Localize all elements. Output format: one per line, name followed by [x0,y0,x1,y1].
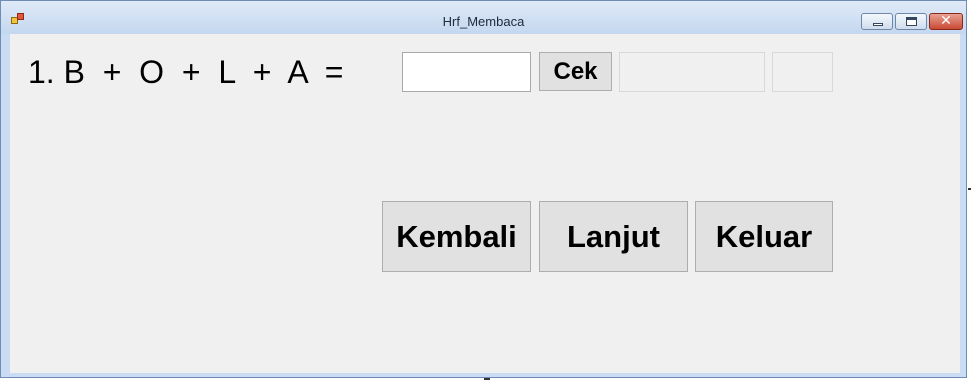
keluar-button[interactable]: Keluar [695,201,833,272]
window-title: Hrf_Membaca [442,14,525,29]
minimize-button[interactable] [861,13,893,30]
resize-edge-marker [968,188,971,190]
close-icon: ✕ [940,13,952,29]
minimize-icon [873,23,883,26]
letter-4: A [287,54,307,90]
letter-1: B [63,54,85,90]
plus-sign: + [102,54,122,90]
form-client-area: 1. B + O + L + A = Cek Kembali Lanjut Ke… [10,34,960,373]
answer-input[interactable] [402,52,531,92]
resize-edge-marker [484,378,490,380]
close-button[interactable]: ✕ [929,13,963,30]
letter-2: O [139,54,165,90]
plus-sign: + [181,54,201,90]
maximize-button[interactable] [895,13,927,30]
plus-sign: + [252,54,272,90]
letter-3: L [218,54,235,90]
app-window: Hrf_Membaca ✕ 1. B + O + L + A = Cek Kem… [0,0,967,378]
lanjut-button[interactable]: Lanjut [539,201,688,272]
letter-equation: 1. B + O + L + A = [28,54,343,91]
title-bar[interactable]: Hrf_Membaca ✕ [1,1,966,34]
kembali-button[interactable]: Kembali [382,201,531,272]
equals-sign: = [324,54,344,90]
result-textbox [619,52,765,92]
cek-button[interactable]: Cek [539,52,612,91]
score-textbox [772,52,833,92]
maximize-icon [906,17,917,26]
question-number: 1. [28,54,55,90]
